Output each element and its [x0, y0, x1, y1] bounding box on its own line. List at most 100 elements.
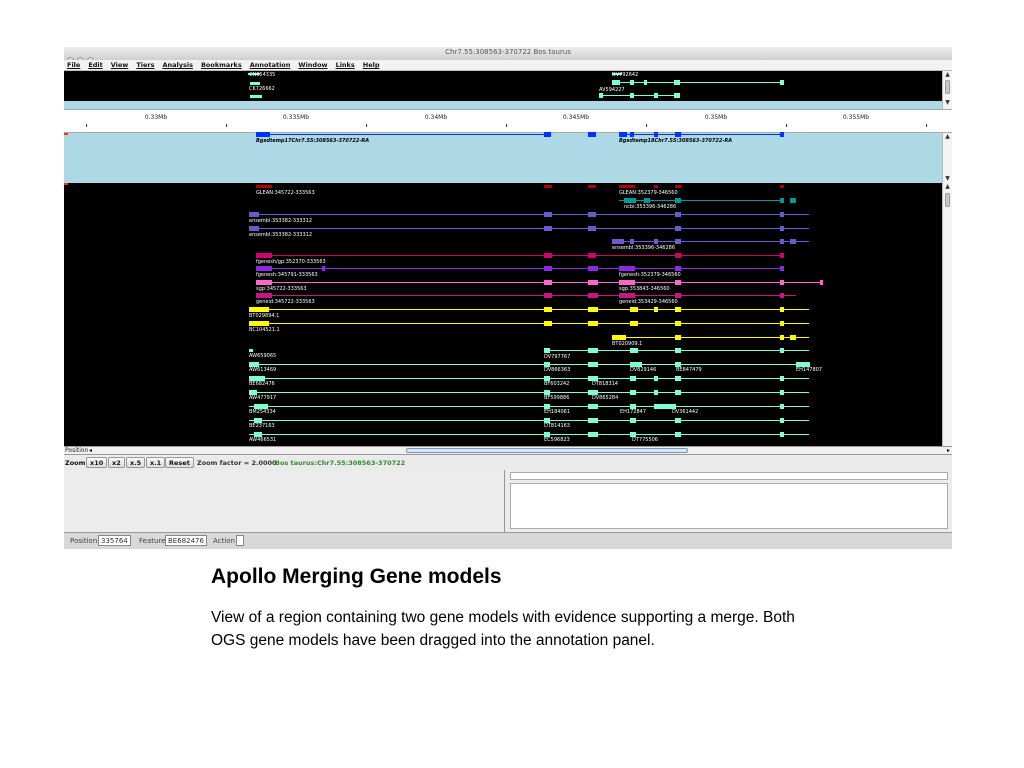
feature-glyph[interactable] — [588, 432, 598, 437]
evidence-label[interactable]: BE682476 — [249, 381, 275, 387]
evidence-label[interactable]: AW613469 — [249, 367, 276, 373]
feature-glyph[interactable] — [780, 212, 784, 217]
feature-glyph[interactable] — [544, 348, 550, 353]
feature-glyph[interactable] — [675, 198, 681, 203]
gene-model-exon[interactable] — [544, 132, 551, 137]
evidence-label[interactable]: BE237163 — [249, 423, 275, 429]
scroll-down-icon[interactable]: ▼ — [943, 99, 952, 107]
feature-glyph[interactable] — [675, 307, 681, 312]
feature-glyph[interactable] — [249, 212, 259, 217]
feature-glyph[interactable] — [599, 93, 603, 98]
feature-glyph[interactable] — [256, 253, 272, 258]
feature-glyph[interactable] — [644, 198, 650, 203]
menu-help[interactable]: Help — [359, 60, 384, 70]
feature-glyph[interactable] — [675, 226, 681, 231]
feature-glyph[interactable] — [820, 280, 823, 285]
zoom-x01-button[interactable]: x.1 — [146, 457, 166, 468]
feature-glyph[interactable] — [544, 307, 552, 312]
feature-glyph[interactable] — [780, 280, 784, 285]
evidence-label[interactable]: GLEAN:352379-346560 — [619, 190, 678, 196]
feature-glyph[interactable] — [630, 93, 634, 98]
feature-glyph[interactable] — [630, 348, 638, 353]
feature-glyph[interactable] — [630, 307, 638, 312]
feature-glyph[interactable] — [674, 93, 680, 98]
feature-glyph[interactable] — [588, 307, 598, 312]
feature-glyph[interactable] — [654, 93, 658, 98]
gene-model-label[interactable]: Bgsdtemp18Chr7.55:308563-370722-RA — [619, 138, 732, 144]
feature-glyph[interactable] — [588, 280, 598, 285]
feature-glyph[interactable] — [619, 185, 635, 188]
feature-glyph[interactable] — [654, 390, 658, 395]
evidence-label[interactable]: ensembl:353382-333312 — [249, 218, 312, 224]
evidence-label[interactable]: DV797767 — [544, 354, 570, 360]
scroll-down-icon[interactable]: ▼ — [943, 175, 952, 183]
menu-tiers[interactable]: Tiers — [132, 60, 158, 70]
evidence-label[interactable]: EH172847 — [620, 409, 646, 415]
evidence-panel[interactable]: GLEAN:345722-333563 GLEAN:352379-346560 … — [64, 183, 942, 446]
evidence-label[interactable]: DV361442 — [672, 409, 698, 415]
feature-glyph[interactable] — [544, 185, 552, 188]
detail-input[interactable] — [510, 472, 948, 480]
evidence-label[interactable]: DV866363 — [544, 367, 570, 373]
feature-glyph[interactable] — [250, 82, 260, 85]
feature-glyph[interactable] — [780, 185, 784, 188]
feature-glyph[interactable] — [544, 212, 552, 217]
scroll-up-icon[interactable]: ▲ — [943, 71, 952, 79]
feature-glyph[interactable] — [256, 280, 272, 285]
base-ruler[interactable]: 0.33Mb 0.335Mb 0.34Mb 0.345Mb 0.35Mb 0.3… — [64, 109, 952, 133]
evidence-label[interactable]: BE847479 — [676, 367, 702, 373]
feature-glyph[interactable] — [780, 390, 784, 395]
feature-glyph[interactable] — [654, 307, 658, 312]
evidence-label[interactable]: ensembl:353382-333312 — [249, 232, 312, 238]
scroll-thumb[interactable] — [945, 80, 950, 94]
overview-track[interactable]: CN654335 CK726662 DV792642 AV594227 — [64, 71, 942, 101]
scroll-right-icon[interactable]: ▸ — [947, 447, 950, 455]
evidence-label[interactable]: AW477917 — [249, 395, 276, 401]
feature-glyph[interactable] — [588, 253, 596, 258]
menu-annotation[interactable]: Annotation — [246, 60, 295, 70]
gene-model-exon[interactable] — [675, 132, 681, 137]
feature-glyph[interactable] — [675, 376, 681, 381]
feature-detail-pane[interactable] — [64, 470, 505, 532]
menu-view[interactable]: View — [107, 60, 133, 70]
evidence-label[interactable]: sgp:345722-333563 — [256, 286, 307, 292]
evidence-label[interactable]: fgenesh:352379-346560 — [619, 272, 681, 278]
feature-glyph[interactable] — [780, 239, 784, 244]
zoom-x05-button[interactable]: x.5 — [126, 457, 146, 468]
feature-glyph[interactable] — [588, 185, 596, 188]
feature-glyph[interactable] — [675, 390, 681, 395]
feature-glyph[interactable] — [544, 226, 552, 231]
gene-model-exon[interactable] — [780, 132, 784, 137]
gene-model-exon[interactable] — [654, 132, 658, 137]
feature-glyph[interactable] — [675, 239, 681, 244]
feature-glyph[interactable] — [256, 185, 272, 188]
evidence-label[interactable]: DV829146 — [630, 367, 656, 373]
feature-glyph[interactable] — [256, 266, 272, 271]
feature-glyph[interactable] — [630, 376, 636, 381]
scroll-up-icon[interactable]: ▲ — [943, 133, 952, 141]
feature-glyph[interactable] — [644, 80, 647, 85]
feature-glyph[interactable] — [780, 266, 784, 271]
feature-glyph[interactable] — [675, 280, 681, 285]
feature-glyph[interactable] — [619, 293, 635, 298]
feature-glyph[interactable] — [322, 266, 325, 271]
horizontal-scroll-track[interactable] — [94, 447, 944, 454]
feature-glyph[interactable] — [588, 418, 598, 423]
scroll-thumb[interactable] — [945, 193, 950, 207]
feature-glyph[interactable] — [630, 390, 636, 395]
evidence-label[interactable]: geneid:353429-346560 — [619, 299, 678, 305]
feature-glyph[interactable] — [544, 266, 552, 271]
feature-glyph[interactable] — [588, 266, 598, 271]
feature-glyph[interactable] — [780, 321, 784, 326]
feature-glyph[interactable] — [588, 362, 598, 367]
feature-glyph[interactable] — [780, 293, 784, 298]
feature-glyph[interactable] — [249, 321, 269, 326]
feature-glyph[interactable] — [780, 404, 784, 409]
feature-glyph[interactable] — [780, 80, 784, 85]
feature-glyph[interactable] — [544, 293, 552, 298]
feature-glyph[interactable] — [612, 80, 620, 85]
scroll-left-icon[interactable]: ◂ — [89, 447, 92, 455]
feature-glyph[interactable] — [544, 280, 552, 285]
feature-glyph[interactable] — [675, 293, 681, 298]
feature-glyph[interactable] — [780, 253, 784, 258]
